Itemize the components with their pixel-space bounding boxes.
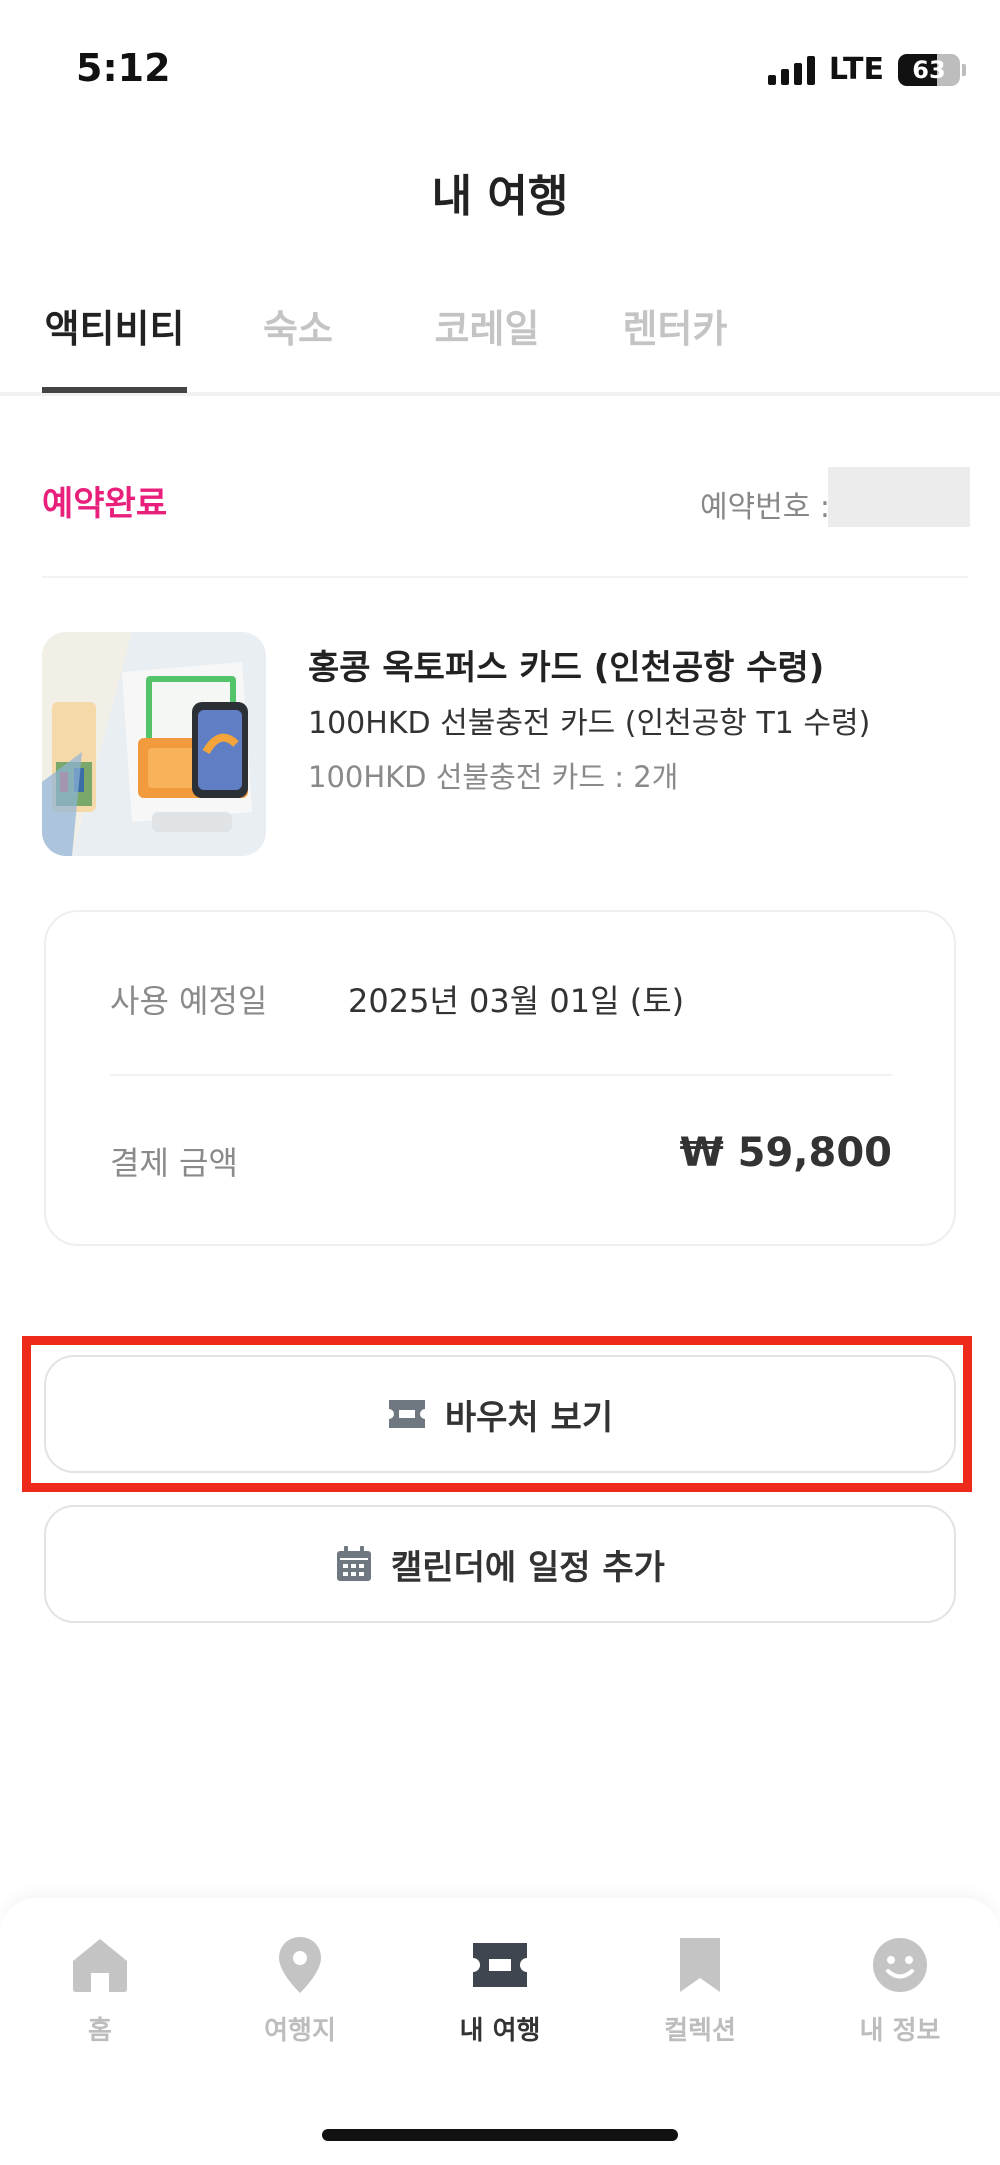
smiley-icon	[871, 1934, 929, 1996]
reservation-status: 예약완료	[42, 484, 168, 524]
divider	[110, 1074, 892, 1076]
nav-destinations-label: 여행지	[264, 2016, 336, 2046]
view-voucher-button[interactable]: 바우처 보기	[44, 1355, 956, 1473]
page-title: 내 여행	[431, 171, 569, 222]
product-thumbnail[interactable]	[42, 632, 266, 856]
nav-home[interactable]: 홈	[20, 1934, 180, 2047]
nav-my-trips[interactable]: 내 여행	[420, 1934, 580, 2047]
payment-amount-label: 결제 금액	[110, 1144, 238, 1182]
status-bar: 5:12 LTE 63	[0, 0, 1000, 130]
category-tabs: 액티비티 숙소 코레일 렌터카	[0, 280, 1000, 396]
product-option: 100HKD 선불충전 카드 : 2개	[308, 760, 679, 794]
tab-korail[interactable]: 코레일	[412, 298, 562, 353]
bottom-navigation: 홈 여행지 내 여행 컬렉션 내 정보	[0, 1898, 1000, 2165]
battery-tip	[962, 63, 966, 76]
add-to-calendar-button[interactable]: 캘린더에 일정 추가	[44, 1505, 956, 1623]
nav-collection[interactable]: 컬렉션	[620, 1934, 780, 2047]
reservation-number-label: 예약번호 :	[699, 490, 830, 525]
payment-amount-value: ₩ 59,800	[679, 1130, 892, 1176]
tab-lodging[interactable]: 숙소	[238, 298, 358, 353]
add-to-calendar-label: 캘린더에 일정 추가	[391, 1547, 665, 1588]
signal-icon	[767, 55, 815, 85]
divider	[42, 576, 968, 578]
tab-activity[interactable]: 액티비티	[42, 298, 187, 353]
tab-rentcar[interactable]: 렌터카	[600, 298, 750, 353]
nav-my-info[interactable]: 내 정보	[820, 1934, 980, 2047]
reservation-number-masked	[828, 467, 970, 527]
home-indicator[interactable]	[322, 2129, 678, 2141]
nav-my-trips-label: 내 여행	[459, 2016, 541, 2046]
bookmark-icon	[678, 1934, 722, 1996]
home-icon	[71, 1934, 129, 1996]
ticket-icon	[387, 1398, 427, 1430]
booking-info-card: 사용 예정일 2025년 03월 01일 (토) 결제 금액 ₩ 59,800	[44, 910, 956, 1246]
network-type: LTE	[828, 52, 884, 87]
product-title[interactable]: 홍콩 옥토퍼스 카드 (인천공항 수령)	[308, 640, 824, 689]
active-tab-indicator	[42, 387, 187, 393]
ticket-icon	[471, 1934, 529, 1996]
battery-icon: 63	[898, 53, 960, 86]
usage-date-label: 사용 예정일	[110, 982, 268, 1020]
nav-collection-label: 컬렉션	[664, 2016, 736, 2046]
product-subtitle: 100HKD 선불충전 카드 (인천공항 T1 수령)	[308, 706, 871, 741]
status-indicators: LTE 63	[767, 52, 966, 87]
nav-my-info-label: 내 정보	[859, 2016, 941, 2046]
battery-level: 63	[912, 55, 946, 84]
calendar-icon	[335, 1545, 373, 1583]
status-time: 5:12	[76, 46, 171, 90]
location-pin-icon	[277, 1934, 323, 1996]
nav-home-label: 홈	[88, 2016, 112, 2046]
usage-date-value: 2025년 03월 01일 (토)	[348, 982, 685, 1020]
nav-destinations[interactable]: 여행지	[220, 1934, 380, 2047]
view-voucher-label: 바우처 보기	[444, 1397, 614, 1438]
